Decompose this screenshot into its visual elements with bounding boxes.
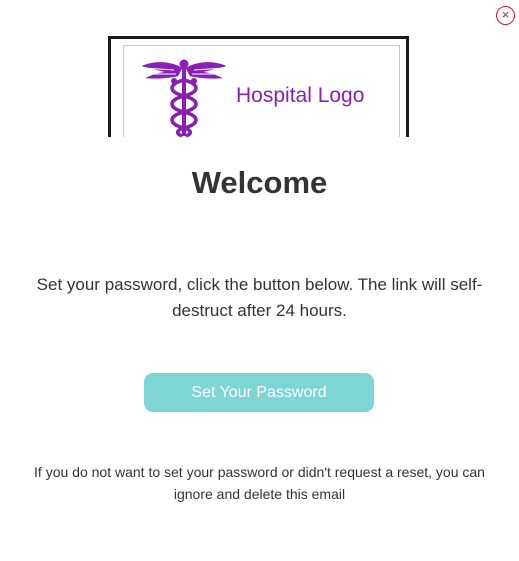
instruction-message: Set your password, click the button belo… [36,275,483,320]
logo-text: Hospital Logo [236,84,365,107]
ignore-note: If you do not want to set your password … [34,464,485,502]
page-title: Welcome [191,165,328,200]
hospital-logo-banner: Hospital Logo [108,36,409,138]
close-icon[interactable]: × [496,6,515,25]
email-page: × Hospital Logo Welcome Set your passwor… [0,0,519,561]
caduceus-icon [141,59,227,138]
logo-inner-frame: Hospital Logo [123,45,400,138]
set-password-button[interactable]: Set Your Password [144,373,374,412]
